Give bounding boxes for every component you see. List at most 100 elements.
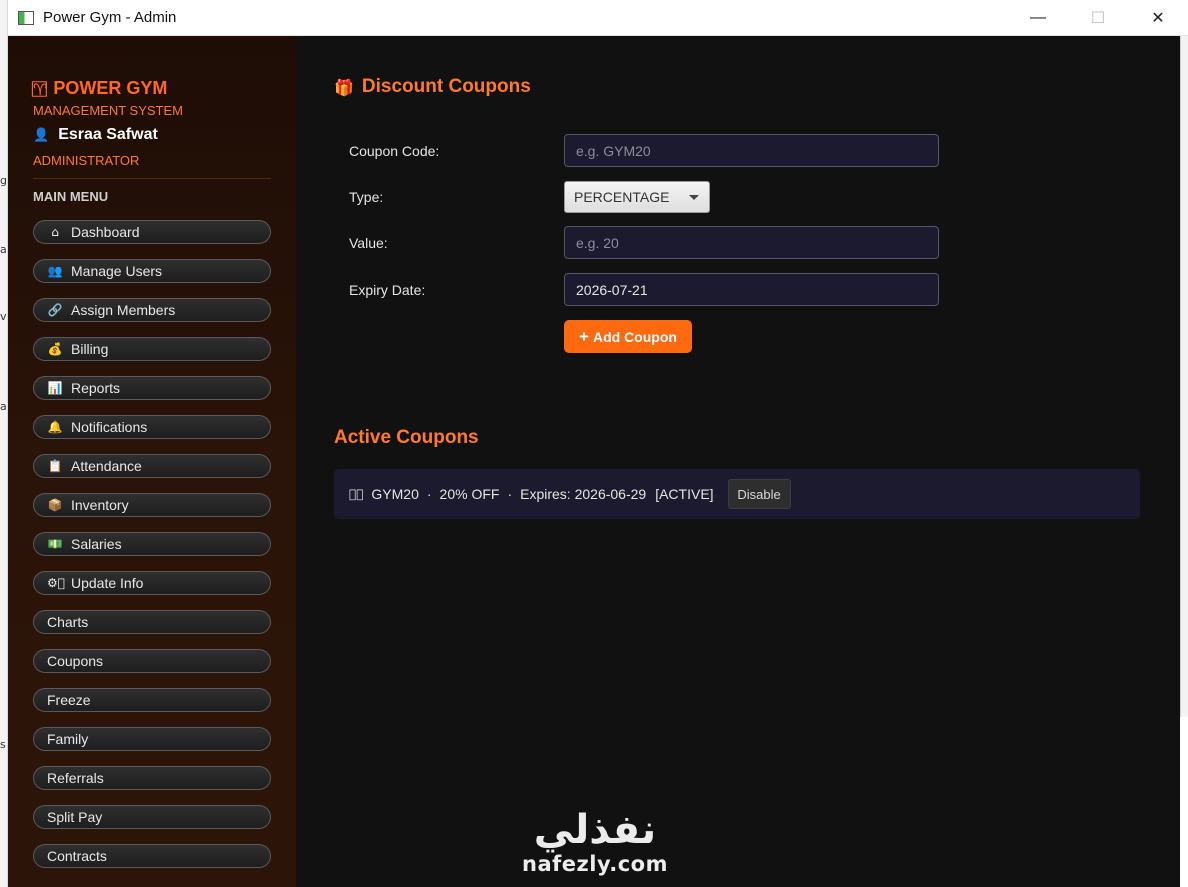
list-item: 🏷⃞ GYM20 · 20% OFF · Expires: 2026-06-29… bbox=[334, 469, 1140, 519]
desktop-edge-text: g bbox=[0, 174, 7, 187]
brand-subtitle: MANAGEMENT SYSTEM bbox=[33, 103, 184, 118]
user-icon: 👤 bbox=[33, 127, 50, 143]
type-select-value: PERCENTAGE bbox=[574, 189, 670, 205]
sidebar-item-label: Family bbox=[47, 731, 89, 747]
window-title: Power Gym - Admin bbox=[43, 9, 177, 26]
user-role: ADMINISTRATOR bbox=[33, 153, 140, 168]
coupon-code-label: Coupon Code: bbox=[349, 143, 440, 159]
sidebar-item-billing[interactable]: 💰 Billing bbox=[33, 337, 271, 361]
sidebar-item-label: Inventory bbox=[71, 497, 129, 513]
main-content: 🎁 Discount Coupons Coupon Code: e.g. GYM… bbox=[296, 36, 1180, 887]
tag-icon: 🏷⃞ bbox=[349, 487, 364, 501]
add-coupon-button[interactable]: + Add Coupon bbox=[564, 320, 692, 353]
menu-heading: MAIN MENU bbox=[33, 189, 109, 204]
desktop-edge-text: a bbox=[0, 400, 7, 413]
desktop-edge-text: v bbox=[0, 310, 7, 323]
clipboard-icon: 📋 bbox=[47, 459, 63, 473]
separator-dot: · bbox=[507, 486, 513, 502]
sidebar-divider bbox=[33, 178, 271, 179]
main-menu: ⌂ Dashboard 👥 Manage Users 🔗 Assign Members… bbox=[33, 220, 271, 883]
sidebar-item-manage-users[interactable]: 👥 Manage Users bbox=[33, 259, 271, 283]
sidebar-item-label: Update Info bbox=[71, 575, 144, 591]
coupon-code-input[interactable]: e.g. GYM20 bbox=[564, 134, 939, 167]
brand-name: POWER GYM bbox=[53, 77, 168, 98]
sidebar-item-charts[interactable]: Charts bbox=[33, 610, 271, 634]
banknote-icon: 💵 bbox=[47, 537, 63, 551]
desktop-edge-text: s bbox=[0, 738, 6, 751]
sidebar-item-inventory[interactable]: 📦 Inventory bbox=[33, 493, 271, 517]
sidebar-item-label: Billing bbox=[71, 341, 109, 357]
bell-icon: 🔔 bbox=[47, 420, 63, 434]
value-input[interactable]: e.g. 20 bbox=[564, 226, 939, 259]
sidebar-item-update-info[interactable]: ⚙⃞ Update Info bbox=[33, 571, 271, 595]
window-titlebar[interactable]: Power Gym - Admin — ☐ ✕ bbox=[8, 0, 1188, 36]
page-title: 🎁 Discount Coupons bbox=[334, 76, 531, 98]
dumbbell-icon: ♈⃞ bbox=[33, 80, 48, 99]
coupon-expiry: Expires: 2026-06-29 bbox=[520, 486, 647, 502]
home-icon: ⌂ bbox=[51, 225, 59, 239]
sidebar-item-attendance[interactable]: 📋 Attendance bbox=[33, 454, 271, 478]
sidebar-item-dashboard[interactable]: ⌂ Dashboard bbox=[33, 220, 271, 244]
user-info: 👤 Esraa Safwat bbox=[33, 126, 158, 144]
users-icon: 👥 bbox=[47, 264, 63, 278]
user-name: Esraa Safwat bbox=[58, 126, 158, 143]
sidebar-item-label: Assign Members bbox=[71, 302, 176, 318]
gear-icon: ⚙⃞ bbox=[47, 576, 65, 590]
sidebar: ♈⃞ POWER GYM MANAGEMENT SYSTEM 👤 Esraa S… bbox=[8, 36, 296, 887]
window-controls: — ☐ ✕ bbox=[1008, 0, 1188, 36]
coupon-code: GYM20 bbox=[371, 486, 419, 502]
value-label: Value: bbox=[349, 235, 388, 251]
minimize-button[interactable]: — bbox=[1008, 0, 1068, 36]
sidebar-item-freeze[interactable]: Freeze bbox=[33, 688, 271, 712]
add-coupon-label: Add Coupon bbox=[592, 328, 677, 345]
sidebar-item-notifications[interactable]: 🔔 Notifications bbox=[33, 415, 271, 439]
app-icon bbox=[18, 10, 34, 25]
active-coupons-title: Active Coupons bbox=[334, 427, 479, 448]
bar-chart-icon: 📊 bbox=[47, 381, 63, 395]
sidebar-item-label: Split Pay bbox=[47, 809, 103, 825]
type-label: Type: bbox=[349, 189, 384, 205]
plus-icon: + bbox=[579, 326, 589, 346]
sidebar-item-label: Attendance bbox=[71, 458, 142, 474]
sidebar-item-label: Reports bbox=[71, 380, 121, 396]
sidebar-item-contracts[interactable]: Contracts bbox=[33, 844, 271, 868]
sidebar-item-label: Manage Users bbox=[71, 263, 163, 279]
expiry-date-label: Expiry Date: bbox=[349, 282, 426, 298]
sidebar-item-label: Charts bbox=[47, 614, 89, 630]
sidebar-item-referrals[interactable]: Referrals bbox=[33, 766, 271, 790]
watermark-arabic: نفذلي bbox=[533, 807, 657, 853]
desktop-background-right bbox=[1180, 36, 1188, 717]
gift-icon: 🎁 bbox=[334, 77, 354, 97]
sidebar-item-split-pay[interactable]: Split Pay bbox=[33, 805, 271, 829]
disable-coupon-button[interactable]: Disable bbox=[727, 479, 791, 509]
watermark-latin: nafezly.com bbox=[522, 852, 668, 876]
package-icon: 📦 bbox=[47, 498, 63, 512]
link-icon: 🔗 bbox=[47, 303, 63, 317]
sidebar-item-coupons[interactable]: Coupons bbox=[33, 649, 271, 673]
sidebar-item-label: Freeze bbox=[47, 692, 91, 708]
sidebar-item-family[interactable]: Family bbox=[33, 727, 271, 751]
maximize-button[interactable]: ☐ bbox=[1068, 0, 1128, 36]
type-select[interactable]: PERCENTAGE bbox=[564, 181, 710, 213]
desktop-background-left: g a v a s bbox=[0, 0, 8, 887]
close-button[interactable]: ✕ bbox=[1128, 0, 1188, 36]
sidebar-item-label: Referrals bbox=[47, 770, 104, 786]
desktop-edge-text: a bbox=[0, 243, 7, 256]
coupon-discount: 20% OFF bbox=[439, 486, 500, 502]
sidebar-item-label: Contracts bbox=[47, 848, 107, 864]
sidebar-item-salaries[interactable]: 💵 Salaries bbox=[33, 532, 271, 556]
chevron-down-icon bbox=[689, 195, 699, 200]
separator-dot: · bbox=[426, 486, 432, 502]
sidebar-item-reports[interactable]: 📊 Reports bbox=[33, 376, 271, 400]
page-title-text: Discount Coupons bbox=[361, 76, 531, 97]
expiry-date-input[interactable]: 2026-07-21 bbox=[564, 273, 939, 306]
sidebar-item-label: Dashboard bbox=[71, 224, 140, 240]
sidebar-item-label: Notifications bbox=[71, 419, 148, 435]
sidebar-item-label: Salaries bbox=[71, 536, 122, 552]
brand: ♈⃞ POWER GYM bbox=[33, 76, 167, 100]
watermark-logo: نفذلي nafezly.com bbox=[520, 808, 670, 876]
status-badge: [ACTIVE] bbox=[655, 486, 714, 502]
sidebar-item-assign-members[interactable]: 🔗 Assign Members bbox=[33, 298, 271, 322]
sidebar-item-label: Coupons bbox=[47, 653, 104, 669]
money-bag-icon: 💰 bbox=[47, 342, 63, 356]
